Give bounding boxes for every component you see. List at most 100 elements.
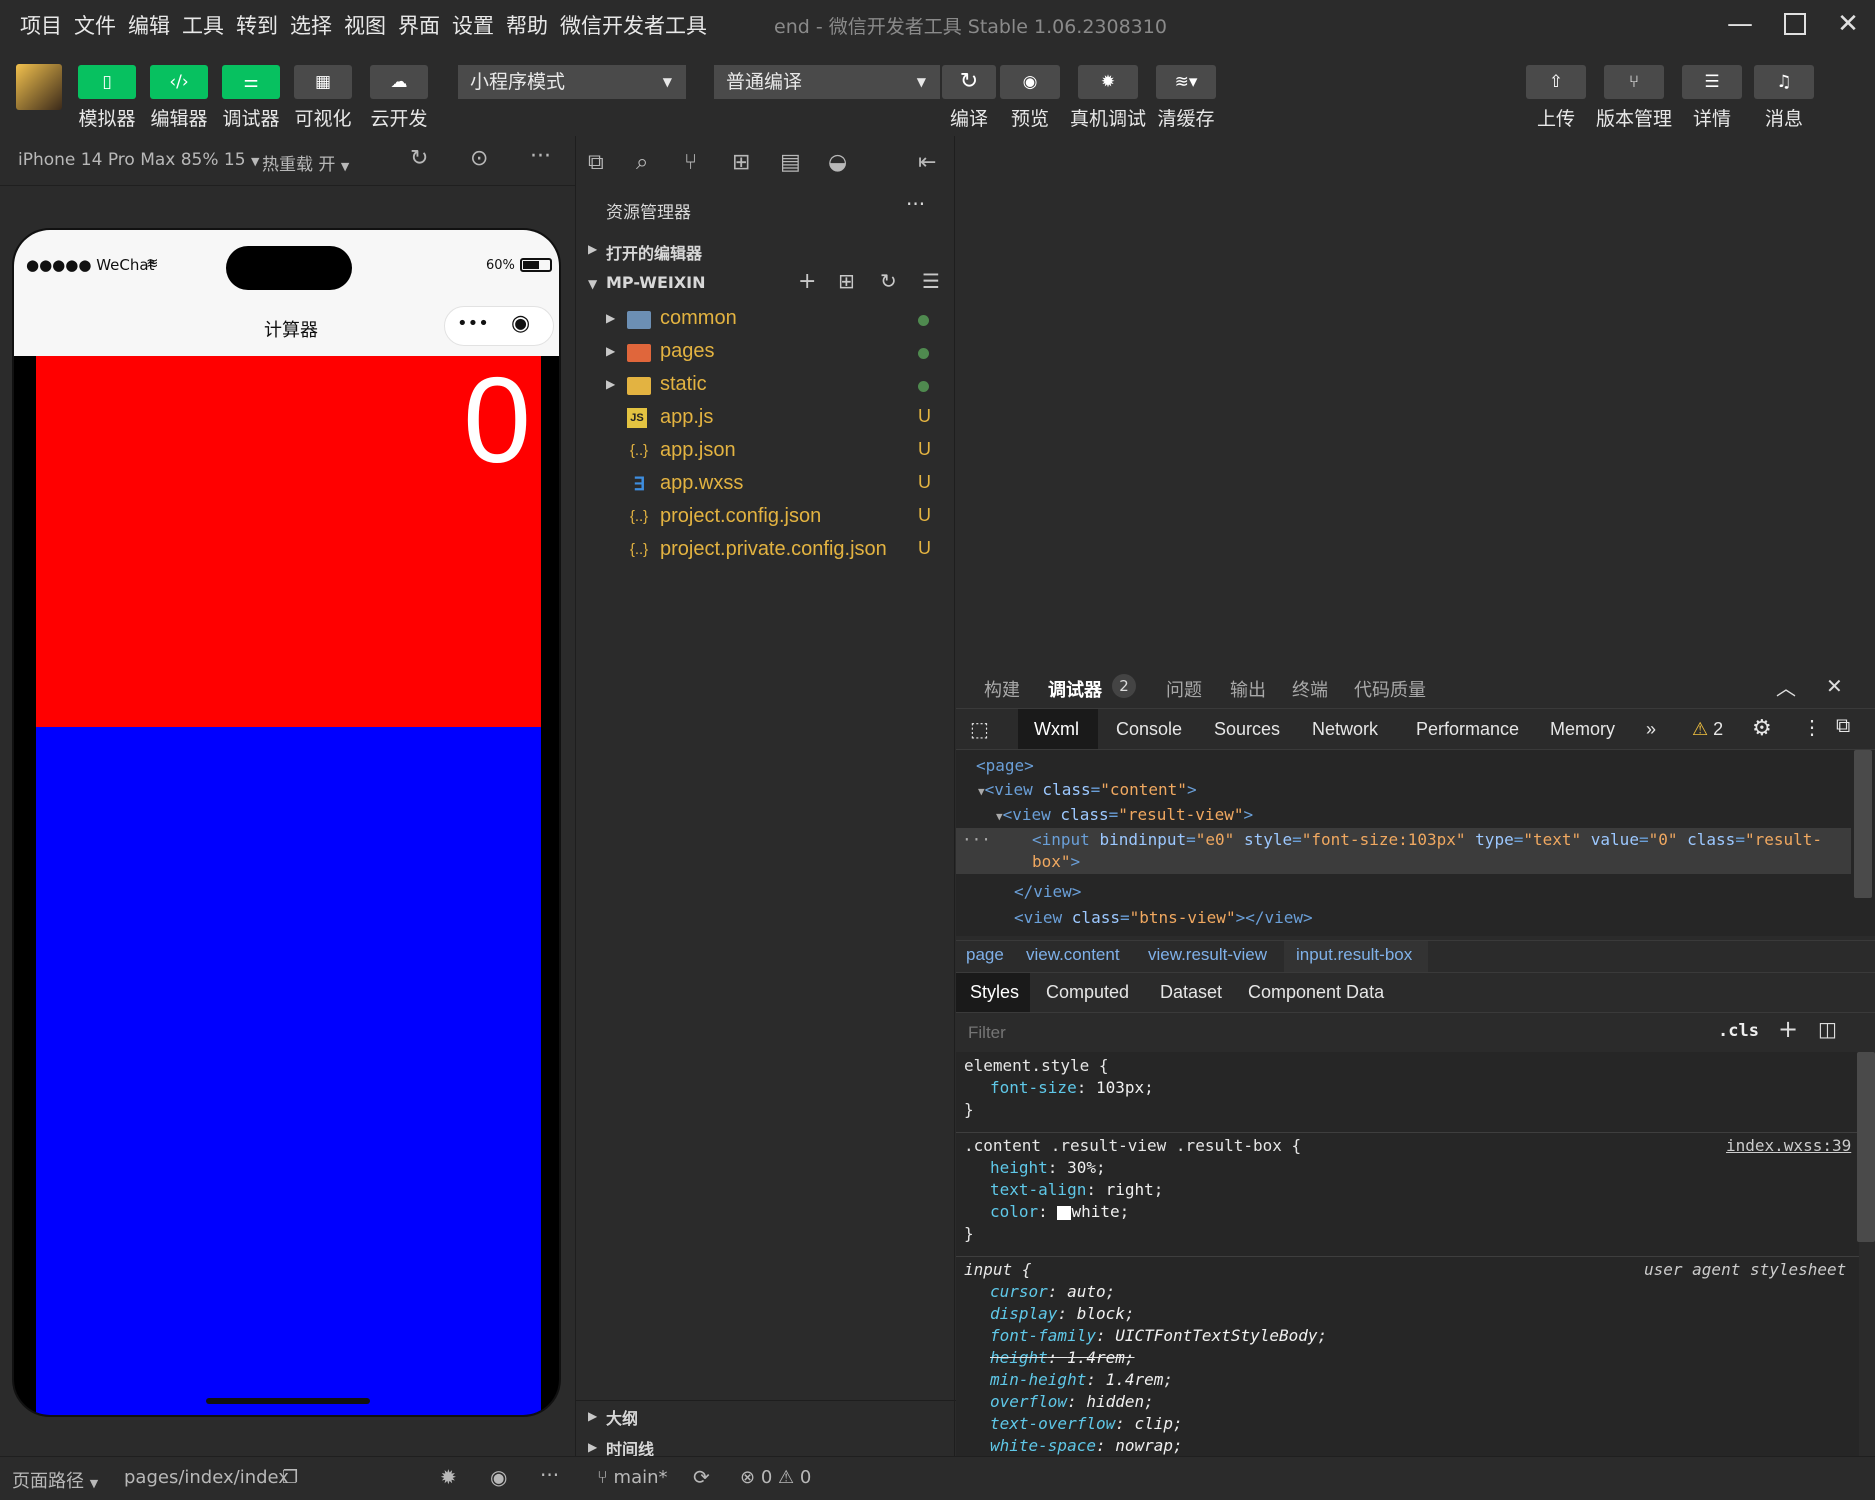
tab-console[interactable]: Console (1116, 719, 1182, 740)
wxml-node-btns-view[interactable]: <view class="btns-view"></view> (1014, 908, 1313, 927)
menu-help[interactable]: 帮助 (506, 10, 548, 40)
storage-icon[interactable]: ▤ (780, 150, 801, 175)
simulator-toggle-button[interactable]: ▯ (78, 65, 136, 99)
wxml-node-result-view[interactable]: ▼<view class="result-view"> (996, 805, 1253, 824)
decl-font-size[interactable]: font-size: 103px; (990, 1078, 1154, 1097)
branch-indicator[interactable]: ⑂ main* (597, 1467, 668, 1488)
collapse-panel-icon[interactable]: ⇤ (918, 150, 936, 175)
rule-element-style[interactable]: element.style { (964, 1056, 1109, 1075)
editor-toggle-button[interactable]: ‹/› (150, 65, 208, 99)
tab-sources[interactable]: Sources (1214, 719, 1280, 740)
maximize-icon[interactable] (1775, 6, 1815, 42)
hot-reload-toggle[interactable]: 热重载 开 ▼ (262, 150, 349, 175)
clear-cache-button[interactable]: ≋▾ (1156, 65, 1216, 99)
crumb-page[interactable]: page (966, 945, 1004, 965)
file-item-static[interactable]: ▶ static (576, 369, 956, 402)
more-icon[interactable]: ··· (540, 1463, 559, 1487)
color-swatch[interactable] (1057, 1205, 1072, 1220)
more-icon[interactable]: ··· (906, 192, 925, 216)
tab-output[interactable]: 输出 (1230, 676, 1266, 702)
rotate-icon[interactable]: ↻ (410, 146, 428, 171)
crumb-input-result-box[interactable]: input.result-box (1296, 945, 1412, 965)
menu-interface[interactable]: 界面 (398, 10, 440, 40)
decl-height[interactable]: height: 30%; (990, 1158, 1106, 1177)
tab-component-data[interactable]: Component Data (1248, 982, 1384, 1003)
cls-toggle[interactable]: .cls (1718, 1021, 1759, 1041)
details-button[interactable]: ☰ (1682, 65, 1742, 99)
preview-button[interactable]: ◉ (1000, 65, 1060, 99)
decl-color[interactable]: color: white; (990, 1202, 1129, 1221)
file-item-app-wxss[interactable]: ∃ app.wxss U (576, 468, 956, 501)
wxml-node-close-view[interactable]: </view> (1014, 882, 1081, 901)
visual-toggle-button[interactable]: ▦ (294, 65, 352, 99)
file-item-app-js[interactable]: JS app.js U (576, 402, 956, 435)
rule-source-link[interactable]: index.wxss:39 (1726, 1136, 1851, 1155)
tab-problems[interactable]: 问题 (1166, 676, 1202, 702)
menu-project[interactable]: 项目 (20, 10, 62, 40)
menu-tools[interactable]: 工具 (182, 10, 224, 40)
wxml-node-page[interactable]: <page> (976, 756, 1034, 775)
stop-icon[interactable]: ⊙ (470, 146, 488, 171)
compile-select[interactable]: 普通编译 ▼ (714, 65, 940, 99)
close-mini-program-icon[interactable]: ◉ (511, 311, 530, 336)
upload-button[interactable]: ⇧ (1526, 65, 1586, 99)
tab-network[interactable]: Network (1312, 719, 1378, 740)
dock-icon[interactable]: ⧉ (1836, 715, 1850, 738)
page-path-select[interactable]: 页面路径 ▼ (12, 1467, 98, 1493)
new-folder-icon[interactable]: ⊞ (838, 269, 855, 293)
sync-icon[interactable]: ⟳ (693, 1465, 710, 1489)
tab-computed[interactable]: Computed (1046, 982, 1129, 1003)
more-tabs-icon[interactable]: » (1646, 719, 1656, 740)
wxml-node-selected[interactable]: ··· <input bindinput="e0" style="font-si… (956, 828, 1851, 874)
menu-edit[interactable]: 编辑 (128, 10, 170, 40)
remote-debug-button[interactable]: ✹ (1078, 65, 1138, 99)
tab-terminal[interactable]: 终端 (1292, 676, 1328, 702)
menu-goto[interactable]: 转到 (236, 10, 278, 40)
tab-styles[interactable]: Styles (970, 982, 1019, 1003)
eye-icon[interactable]: ◉ (490, 1465, 507, 1489)
toggle-sidebar-icon[interactable]: ◫ (1818, 1017, 1837, 1041)
warnings-indicator[interactable]: ⚠ 2 (1692, 719, 1723, 740)
crumb-view-result-view[interactable]: view.result-view (1148, 945, 1267, 965)
close-icon[interactable]: ✕ (1828, 6, 1868, 42)
gear-icon[interactable]: ⚙ (1752, 715, 1772, 741)
project-section[interactable]: ▼ MP-WEIXIN + ⊞ ↻ ☰ (576, 269, 956, 299)
kebab-menu-icon[interactable]: ⋮ (1802, 715, 1822, 740)
styles-filter-input[interactable] (962, 1017, 1706, 1049)
file-item-pages[interactable]: ▶ pages (576, 336, 956, 369)
open-editors-section[interactable]: ▶ 打开的编辑器 (576, 236, 956, 266)
menu-select[interactable]: 选择 (290, 10, 332, 40)
close-icon[interactable]: ✕ (1826, 674, 1843, 698)
problems-indicator[interactable]: ⊗ 0 ⚠ 0 (740, 1467, 811, 1488)
rule-input-ua[interactable]: input { (964, 1260, 1031, 1279)
inspect-element-icon[interactable]: ⬚ (970, 717, 989, 742)
result-box[interactable]: 0 (463, 350, 531, 490)
minimize-icon[interactable]: — (1720, 6, 1760, 42)
bug-icon[interactable]: ✹ (440, 1465, 457, 1489)
chevron-up-icon[interactable]: ︿ (1776, 672, 1796, 701)
wxml-node-content[interactable]: ▼<view class="content"> (978, 780, 1197, 799)
menu-wechat-devtools[interactable]: 微信开发者工具 (560, 10, 707, 40)
refresh-icon[interactable]: ↻ (880, 269, 897, 293)
more-icon[interactable]: ··· (530, 144, 551, 169)
debugger-toggle-button[interactable]: ⚌ (222, 65, 280, 99)
outline-section[interactable]: ▶ 大纲 (576, 1400, 956, 1430)
tab-memory[interactable]: Memory (1550, 719, 1615, 740)
styles-scrollbar[interactable] (1857, 1052, 1875, 1242)
extensions-icon[interactable]: ⊞ (732, 150, 750, 175)
menu-file[interactable]: 文件 (74, 10, 116, 40)
collapse-all-icon[interactable]: ☰ (922, 269, 940, 293)
file-item-app-json[interactable]: {..} app.json U (576, 435, 956, 468)
source-control-icon[interactable]: ⑂ (684, 150, 697, 175)
file-item-project-config[interactable]: {..} project.config.json U (576, 501, 956, 534)
avatar[interactable] (16, 64, 62, 110)
version-button[interactable]: ⑂ (1604, 65, 1664, 99)
file-item-common[interactable]: ▶ common (576, 303, 956, 336)
crumb-view-content[interactable]: view.content (1026, 945, 1120, 965)
tab-wxml[interactable]: Wxml (1034, 719, 1079, 740)
tab-build[interactable]: 构建 (984, 676, 1020, 702)
docker-icon[interactable]: ◒ (828, 150, 847, 175)
tab-code-quality[interactable]: 代码质量 (1354, 676, 1426, 702)
new-file-icon[interactable]: + (798, 269, 816, 294)
wxml-scrollbar[interactable] (1854, 750, 1872, 898)
